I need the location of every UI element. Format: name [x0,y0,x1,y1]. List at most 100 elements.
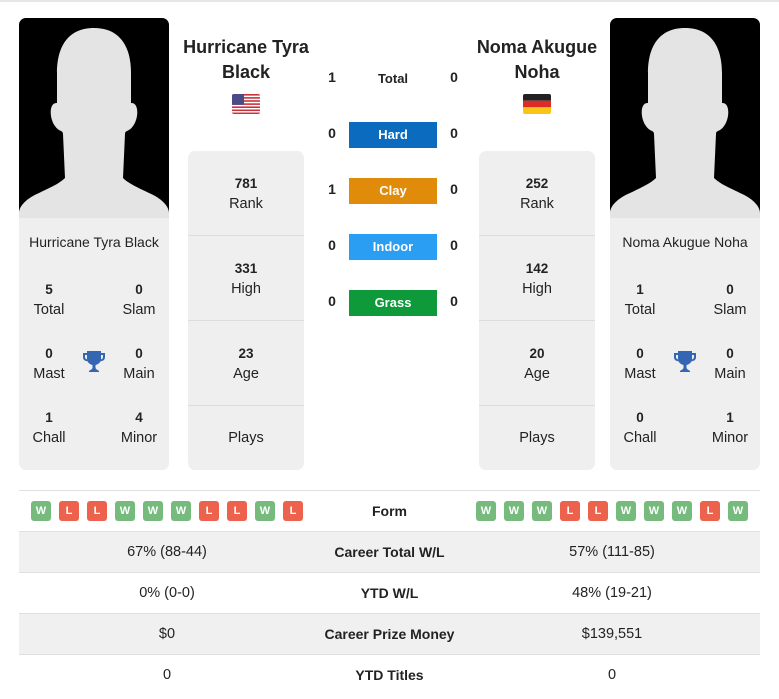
right-titles-main: 0 Main [700,344,760,384]
form-loss-badge[interactable]: L [560,501,580,521]
form-win-badge[interactable]: W [143,501,163,521]
right-player-name-link[interactable]: Noma Akugue Noha [462,35,612,85]
stat-label: Chall [32,430,66,446]
right-rank: 252 Rank [479,151,595,236]
stat-value: 4 [135,410,143,425]
left-form-badges: WLLWWWLLWL [31,501,303,521]
form-loss-badge[interactable]: L [87,501,107,521]
left-career-wl: 67% (88-44) [127,544,207,560]
stat-label: Mast [33,366,65,382]
h2h-right-count: 0 [450,125,458,141]
usa-flag-icon [232,94,260,114]
career-wl-row: 67% (88-44) Career Total W/L 57% (111-85… [19,531,760,572]
info-label: Rank [229,196,263,212]
surface-clay-badge[interactable]: Clay [349,178,437,204]
stat-value: 0 [135,346,143,361]
form-win-badge[interactable]: W [644,501,664,521]
form-loss-badge[interactable]: L [588,501,608,521]
stat-value: 1 [726,410,734,425]
left-titles-mast: 0 Mast [19,344,79,384]
prize-money-label: Career Prize Money [324,626,455,642]
form-win-badge[interactable]: W [255,501,275,521]
right-plays: Plays [479,406,595,470]
right-age: 20 Age [479,321,595,406]
info-value: 23 [238,346,254,361]
trophy-icon [83,351,105,372]
left-titles-slam: 0 Slam [109,280,169,320]
left-high: 331 High [188,236,304,321]
ytd-titles-label: YTD Titles [355,667,424,683]
form-loss-badge[interactable]: L [283,501,303,521]
form-win-badge[interactable]: W [115,501,135,521]
right-titles-mast: 0 Mast [610,344,670,384]
right-titles-minor: 1 Minor [700,408,760,448]
left-plays: Plays [188,406,304,470]
left-titles-minor: 4 Minor [109,408,169,448]
info-value: 20 [529,346,545,361]
form-win-badge[interactable]: W [616,501,636,521]
prize-money-row: $0 Career Prize Money $139,551 [19,613,760,654]
stat-label: Slam [122,302,156,318]
left-player-info: 781 Rank 331 High 23 Age Plays [188,151,304,470]
left-titles-main: 0 Main [109,344,169,384]
form-loss-badge[interactable]: L [227,501,247,521]
form-win-badge[interactable]: W [728,501,748,521]
h2h-hard-row: 0 Hard 0 [320,122,470,148]
left-ytd-titles: 0 [162,667,172,683]
left-player-card: Hurricane Tyra Black 5 Total 0 Slam 0 Ma… [19,18,169,470]
info-label: Plays [228,430,264,446]
form-win-badge[interactable]: W [31,501,51,521]
right-ytd-titles: 0 [607,667,617,683]
surface-hard-badge[interactable]: Hard [349,122,437,148]
stat-value: 5 [45,282,53,297]
h2h-grass-row: 0 Grass 0 [320,290,470,316]
left-rank: 781 Rank [188,151,304,236]
right-titles-chall: 0 Chall [610,408,670,448]
stat-label: Chall [623,430,657,446]
right-player-info: 252 Rank 142 High 20 Age Plays [479,151,595,470]
right-form-badges: WWWLLWWWLW [476,501,748,521]
stat-label: Minor [711,430,749,446]
form-win-badge[interactable]: W [476,501,496,521]
right-ytd-wl: 48% (19-21) [572,585,652,601]
stat-value: 0 [636,346,644,361]
h2h-right-count: 0 [450,69,458,85]
form-loss-badge[interactable]: L [199,501,219,521]
stat-label: Mast [624,366,656,382]
ytd-wl-label: YTD W/L [360,585,419,601]
form-label: Form [372,503,407,519]
form-loss-badge[interactable]: L [59,501,79,521]
info-value: 252 [525,176,549,191]
surface-indoor-badge[interactable]: Indoor [349,234,437,260]
form-win-badge[interactable]: W [504,501,524,521]
form-row: WLLWWWLLWL Form WWWLLWWWLW [19,490,760,531]
form-loss-badge[interactable]: L [700,501,720,521]
right-prize-money: $139,551 [581,626,643,642]
left-card-player-name: Hurricane Tyra Black [29,234,159,250]
right-career-wl: 57% (111-85) [569,544,655,560]
stat-label: Main [714,366,746,382]
h2h-left-count: 0 [328,125,336,141]
stat-label: Total [33,302,65,318]
h2h-total-row: 1 Total 0 [320,66,470,92]
h2h-right-count: 0 [450,237,458,253]
career-wl-label: Career Total W/L [334,544,445,560]
trophy-icon [674,351,696,372]
form-win-badge[interactable]: W [532,501,552,521]
ytd-titles-row: 0 YTD Titles 0 [19,654,760,695]
info-value: 781 [234,176,258,191]
stat-value: 0 [726,346,734,361]
info-label: Age [524,366,550,382]
left-prize-money: $0 [158,626,176,642]
top-divider [0,0,779,2]
stat-label: Minor [120,430,158,446]
stat-value: 1 [636,282,644,297]
left-player-name-link[interactable]: Hurricane Tyra Black [171,35,321,85]
form-win-badge[interactable]: W [171,501,191,521]
left-player-photo [19,18,169,218]
stat-label: Main [123,366,155,382]
silhouette-icon [19,28,169,218]
surface-grass-badge[interactable]: Grass [349,290,437,316]
form-win-badge[interactable]: W [672,501,692,521]
info-label: Plays [519,430,555,446]
